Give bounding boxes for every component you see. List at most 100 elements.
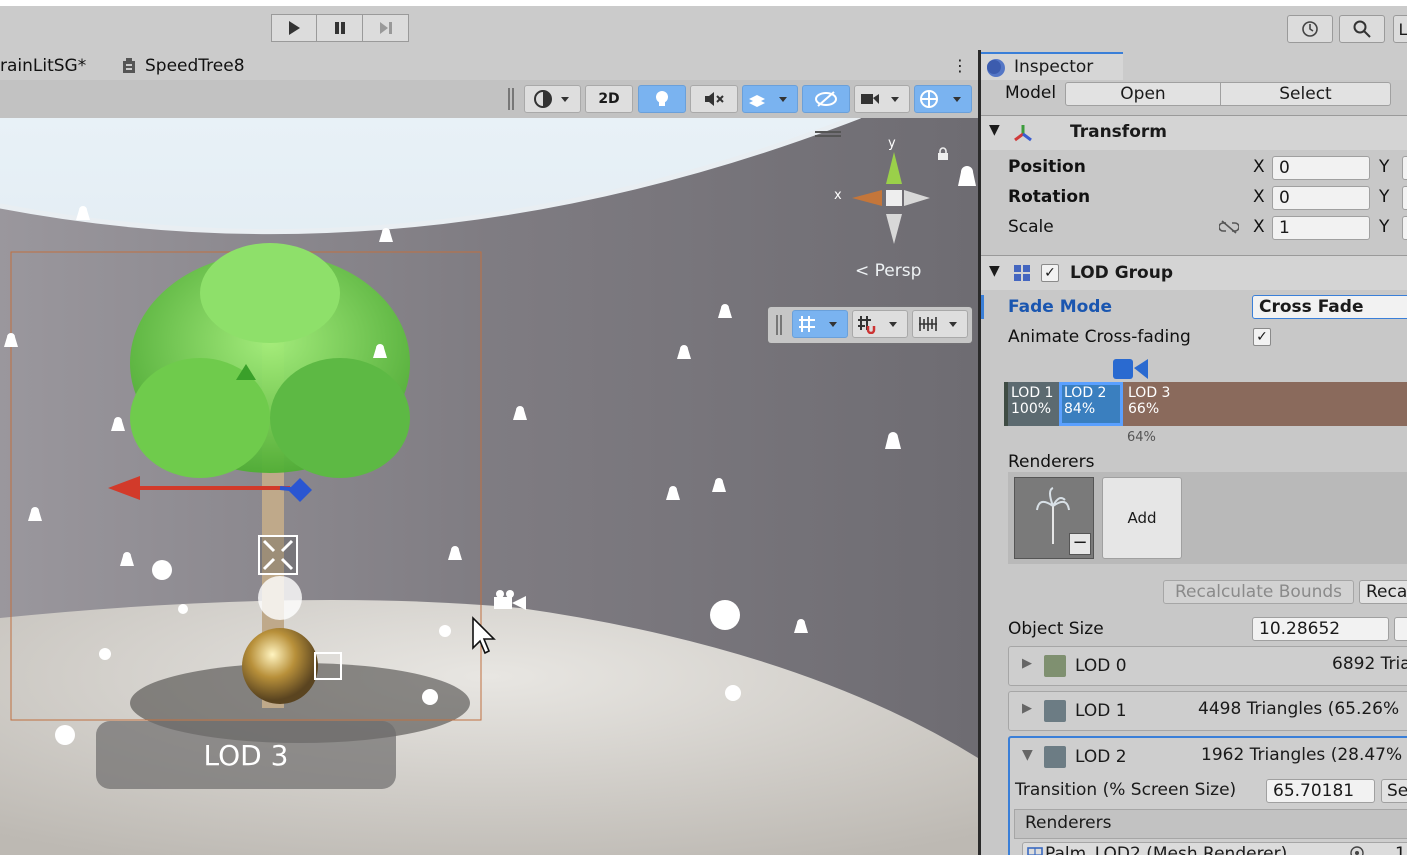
inspector-icon — [987, 59, 1005, 77]
lod-group-header[interactable]: ▼ ✓ LOD Group — [981, 255, 1407, 290]
lod-group-enabled-checkbox[interactable]: ✓ — [1041, 264, 1059, 282]
layers-dropdown[interactable]: L — [1393, 15, 1407, 43]
pause-icon — [334, 22, 345, 34]
lod2-foldout[interactable]: ▼ LOD 2 1962 Triangles (28.47% Transitio… — [1008, 736, 1407, 855]
add-renderer-label: Add — [1127, 509, 1157, 527]
overlay-grip[interactable] — [815, 131, 841, 133]
mesh-renderer-icon — [1027, 847, 1043, 855]
object-size-field[interactable]: 10.28652 — [1252, 617, 1389, 641]
search-button[interactable] — [1339, 15, 1385, 43]
scale-y-field[interactable] — [1402, 216, 1407, 240]
rect-transform-handle[interactable] — [258, 535, 298, 575]
lod1-foldout[interactable]: ▶ LOD 1 4498 Triangles (65.26% — [1008, 691, 1407, 731]
lod-bar-segment-2[interactable]: LOD 2 84% — [1059, 382, 1123, 426]
toolbar-grip — [508, 88, 514, 110]
remove-renderer-button[interactable]: − — [1069, 533, 1091, 555]
lod0-arrow-icon[interactable]: ▶ — [1022, 656, 1032, 671]
search-icon — [1353, 20, 1371, 38]
rotation-y-label: Y — [1379, 187, 1390, 207]
effects-layers-icon — [749, 95, 787, 107]
gizmo-globe-icon — [920, 90, 961, 108]
position-y-field[interactable] — [1402, 156, 1407, 180]
animate-cross-fading-checkbox[interactable]: ✓ — [1253, 328, 1271, 346]
scene-view[interactable]: y x < Persp LOD 3 — [0, 118, 978, 855]
set-transition-button[interactable]: Se — [1381, 779, 1407, 803]
increment-snap-dropdown[interactable] — [912, 310, 968, 338]
renderers-label: Renderers — [1008, 452, 1095, 472]
tab-inspector[interactable]: Inspector — [981, 52, 1123, 80]
inspector-tab-label: Inspector — [1014, 57, 1094, 77]
step-button[interactable] — [363, 14, 409, 42]
lod-group-title: LOD Group — [1070, 263, 1173, 283]
lod1-info: 4498 Triangles (65.26% — [1198, 699, 1400, 719]
layers-label: L — [1398, 19, 1407, 39]
projection-label[interactable]: < Persp — [855, 261, 921, 281]
camera-dropdown[interactable] — [854, 85, 910, 113]
foldout-arrow-icon[interactable]: ▼ — [989, 122, 1000, 138]
rotation-y-field[interactable] — [1402, 186, 1407, 210]
object-size-reset-button[interactable] — [1394, 617, 1407, 641]
animate-cross-fading-label: Animate Cross-fading — [1008, 327, 1191, 347]
lod2-info: 1962 Triangles (28.47% — [1201, 745, 1403, 765]
lod2-color-swatch — [1044, 746, 1066, 768]
open-button[interactable]: Open — [1065, 82, 1221, 106]
pause-button[interactable] — [317, 14, 363, 42]
object-picker-icon[interactable] — [1349, 845, 1365, 855]
lod0-foldout[interactable]: ▶ LOD 0 6892 Tria — [1008, 646, 1407, 686]
add-renderer-button[interactable]: Add — [1102, 477, 1182, 559]
lod2-arrow-icon[interactable]: ▼ — [1022, 747, 1033, 763]
fade-mode-dropdown[interactable]: Cross Fade — [1252, 295, 1407, 319]
lod1-arrow-icon[interactable]: ▶ — [1022, 701, 1032, 716]
recalculate-bounds-button[interactable]: Recalculate Bounds — [1163, 580, 1354, 604]
increment-snap-icon — [919, 317, 957, 331]
lock-icon[interactable] — [937, 146, 949, 165]
camera-position-pct: 64% — [1127, 430, 1156, 445]
tab-speedtree8[interactable]: SpeedTree8 — [145, 56, 245, 76]
transform-header[interactable]: ▼ Transform — [981, 115, 1407, 150]
lod0-info: 6892 Tria — [1332, 654, 1407, 674]
orientation-gizmo[interactable]: y x — [830, 136, 950, 266]
recalculate-lightmap-button[interactable]: Reca — [1359, 580, 1407, 604]
tab-scene[interactable]: rainLitSG* — [0, 56, 86, 76]
grid-snap-overlay — [768, 307, 972, 343]
effects-dropdown[interactable] — [742, 85, 798, 113]
mode-2d-button[interactable]: 2D — [585, 85, 633, 113]
more-options-icon[interactable]: ⋮ — [952, 56, 968, 75]
select-button[interactable]: Select — [1221, 82, 1391, 106]
rotation-x-field[interactable]: 0 — [1272, 186, 1370, 210]
lod2-renderer-name: Palm_LOD2 (Mesh Renderer) — [1045, 844, 1288, 855]
shading-mode-dropdown[interactable] — [524, 85, 581, 113]
lod2-renderer-field[interactable]: Palm_LOD2 (Mesh Renderer) — [1022, 842, 1407, 855]
lod0-name: LOD 0 — [1075, 656, 1127, 676]
lod-foldout-arrow-icon[interactable]: ▼ — [989, 263, 1000, 279]
lod-bar-segment-3[interactable]: LOD 3 66% — [1123, 382, 1407, 426]
lod-bar-3-name: LOD 3 — [1128, 385, 1171, 401]
lod-bar-1-name: LOD 1 — [1011, 385, 1054, 401]
grid-snap-dropdown[interactable] — [852, 310, 908, 338]
renderer-thumbnail[interactable]: − — [1014, 477, 1094, 559]
lighting-toggle[interactable] — [638, 85, 686, 113]
lod1-color-swatch — [1044, 700, 1066, 722]
gizmo-x-label: x — [834, 188, 842, 203]
step-icon — [379, 22, 392, 34]
lod2-renderer-weight: 1( — [1395, 844, 1407, 855]
overlay-grip-handle[interactable] — [776, 315, 782, 335]
lod-camera-marker-icon[interactable] — [1112, 356, 1152, 382]
audio-toggle[interactable] — [690, 85, 738, 113]
rotation-label: Rotation — [1008, 187, 1091, 207]
scene-visibility-toggle[interactable] — [802, 85, 850, 113]
lod-bar-segment-1[interactable]: LOD 1 100% — [1008, 382, 1059, 426]
lod-bar[interactable]: LOD 1 100% LOD 2 84% LOD 3 66% — [1004, 382, 1407, 426]
scale-x-field[interactable]: 1 — [1272, 216, 1370, 240]
camera-icon — [861, 94, 899, 104]
position-x-field[interactable]: 0 — [1272, 156, 1370, 180]
unlinked-scale-icon[interactable] — [1219, 219, 1239, 235]
history-button[interactable] — [1287, 15, 1333, 43]
play-button[interactable] — [271, 14, 317, 42]
lod-bar-2-pct: 84% — [1064, 401, 1096, 417]
grid-visibility-dropdown[interactable] — [792, 310, 848, 338]
transition-field[interactable]: 65.70181 — [1266, 779, 1375, 803]
lod-group-icon — [1014, 265, 1030, 281]
gizmos-dropdown[interactable] — [914, 85, 972, 113]
transition-label: Transition (% Screen Size) — [1015, 780, 1237, 800]
